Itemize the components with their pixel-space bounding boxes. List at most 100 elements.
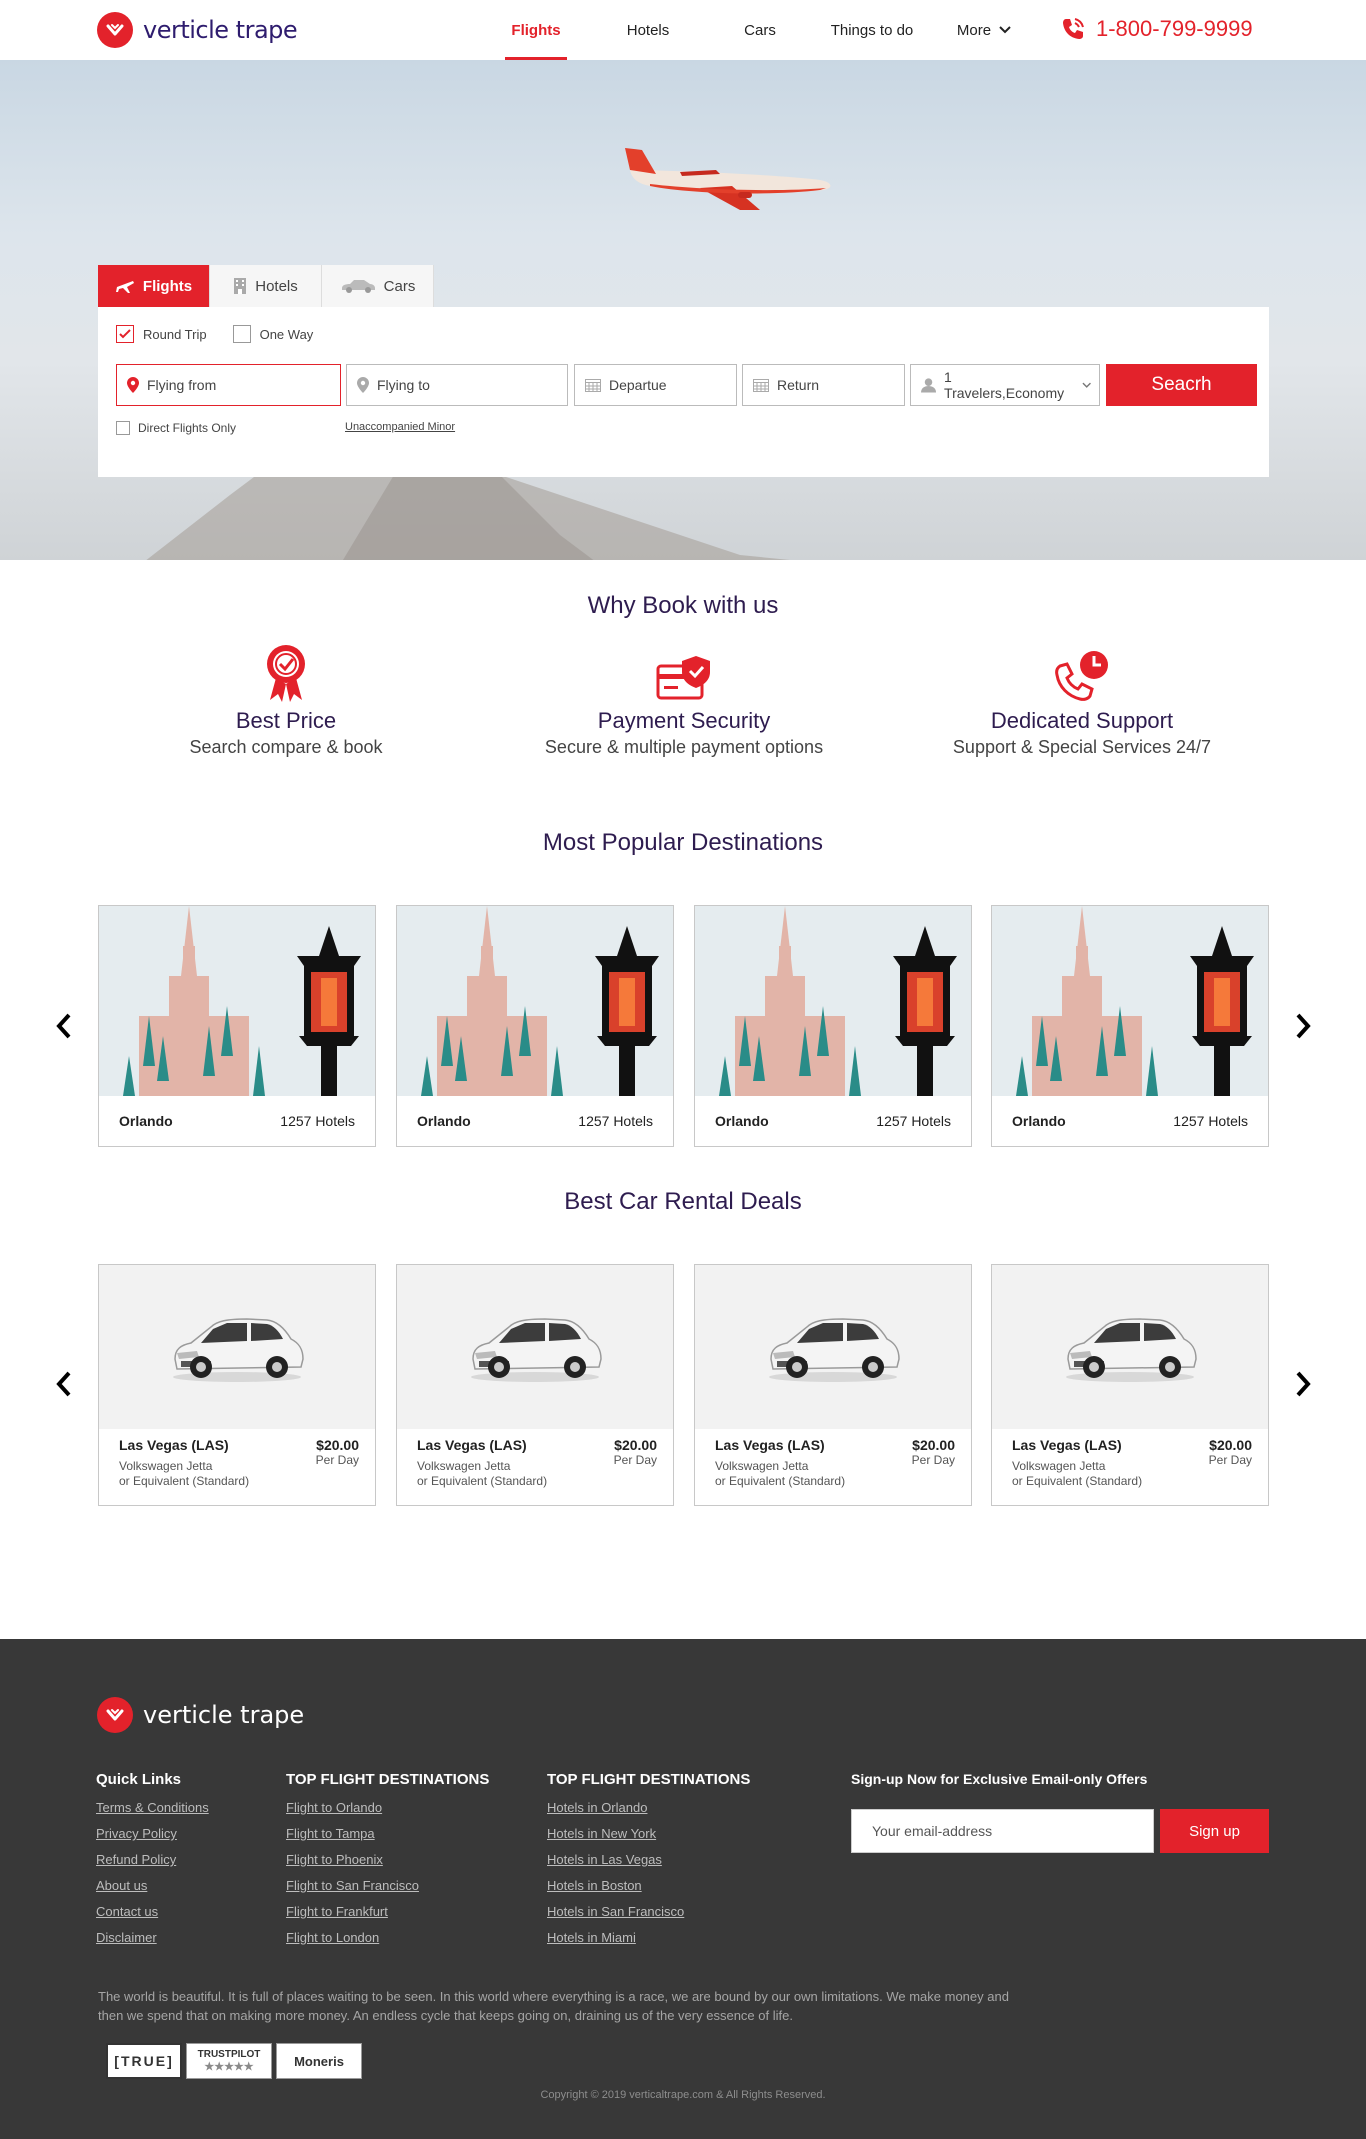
destinations-next-button[interactable] [1288,1006,1318,1046]
footer-hotel-link[interactable]: Hotels in San Francisco [547,1904,750,1921]
user-icon [921,378,937,393]
car-deal-card[interactable]: Las Vegas (LAS) Volkswagen Jetta or Equi… [694,1264,972,1506]
true-badge-text: TRUE [120,2053,168,2069]
one-way-checkbox[interactable]: One Way [232,325,313,343]
footer-quick-link[interactable]: Terms & Conditions [96,1800,209,1817]
nav-flights[interactable]: Flights [480,0,592,60]
departure-placeholder: Departue [609,377,667,393]
chevron-left-icon [56,1013,71,1039]
destination-image [397,906,673,1096]
logo-check-icon [97,12,133,48]
car-price-amount: $20.00 [614,1437,657,1453]
car-price: $20.00 Per Day [614,1437,657,1467]
footer-quick-link[interactable]: About us [96,1878,209,1895]
footer-hotel-link[interactable]: Hotels in New York [547,1826,750,1843]
car-deal-details: Las Vegas (LAS) Volkswagen Jetta or Equi… [99,1429,375,1505]
footer-hotel-link[interactable]: Hotels in Las Vegas [547,1852,750,1869]
feature-dedicated-support: Dedicated Support Support & Special Serv… [902,640,1262,758]
destination-city: Orlando [119,1113,173,1129]
chevron-left-icon [56,1371,71,1397]
departure-date-input[interactable]: Departue [574,364,737,406]
destination-hotel-count: 1257 Hotels [578,1113,653,1129]
cars-next-button[interactable] [1288,1364,1318,1404]
phone-number: 1-800-799-9999 [1096,16,1253,41]
destination-card[interactable]: Orlando 1257 Hotels [991,905,1269,1147]
flying-to-input[interactable]: Flying to [346,364,568,406]
destination-footer: Orlando 1257 Hotels [695,1096,971,1146]
nav-more[interactable]: More [928,0,1040,60]
email-input[interactable]: Your email-address [851,1809,1154,1853]
car-price-unit: Per Day [911,1453,955,1467]
footer-flight-link[interactable]: Flight to Frankfurt [286,1904,489,1921]
nav-hotels-label: Hotels [626,21,670,39]
feature-title: Best Price [235,708,337,733]
copyright-text: Copyright © 2019 verticaltrape.com & All… [540,2089,826,2101]
car-deal-details: Las Vegas (LAS) Volkswagen Jetta or Equi… [992,1429,1268,1505]
footer-quick-link[interactable]: Disclaimer [96,1930,209,1947]
car-deal-card[interactable]: Las Vegas (LAS) Volkswagen Jetta or Equi… [98,1264,376,1506]
tab-hotels[interactable]: Hotels [210,265,322,307]
unaccompanied-minor-link[interactable]: Unaccompanied Minor [345,421,455,433]
destination-card[interactable]: Orlando 1257 Hotels [396,905,674,1147]
footer-flight-link[interactable]: Flight to Tampa [286,1826,489,1843]
footer-flight-link[interactable]: Flight to Orlando [286,1800,489,1817]
flying-to-placeholder: Flying to [377,377,430,393]
car-model-class: or Equivalent (Standard) [119,1474,250,1488]
car-price-amount: $20.00 [912,1437,955,1453]
brand-logo[interactable]: verticle trape [97,12,298,48]
round-trip-checkbox[interactable]: Round Trip [116,325,207,343]
car-image-area [695,1265,971,1429]
direct-flights-checkbox[interactable]: Direct Flights Only [116,421,236,435]
search-button[interactable]: Seacrh [1106,364,1257,406]
cars-prev-button[interactable] [49,1364,79,1404]
airplane-image [625,148,831,210]
nav-cars[interactable]: Cars [704,0,816,60]
car-deal-card[interactable]: Las Vegas (LAS) Volkswagen Jetta or Equi… [991,1264,1269,1506]
footer-flight-link[interactable]: Flight to Phoenix [286,1852,489,1869]
trust-badges: [TRUE] TRUSTPILOT ★★★★★ Moneris [106,2043,362,2079]
nav-hotels[interactable]: Hotels [592,0,704,60]
site-footer: verticle trape Quick Links Terms & Condi… [0,1639,1366,2139]
car-price-unit: Per Day [613,1453,657,1467]
phone-link[interactable]: 1-800-799-9999 [1060,16,1253,42]
flying-from-input[interactable]: Flying from [116,364,341,406]
flight-search-panel: Round Trip One Way Flying from Flying to… [98,307,1269,477]
footer-logo[interactable]: verticle trape [97,1697,304,1733]
destinations-prev-button[interactable] [49,1006,79,1046]
chevron-down-icon [999,26,1011,34]
destination-card[interactable]: Orlando 1257 Hotels [694,905,972,1147]
car-image-area [992,1265,1268,1429]
nav-things-to-do[interactable]: Things to do [816,0,928,60]
car-model-class: or Equivalent (Standard) [715,1474,846,1488]
signup-button[interactable]: Sign up [1160,1809,1269,1853]
car-image [769,1318,900,1382]
destination-image [695,906,971,1096]
footer-hotel-link[interactable]: Hotels in Orlando [547,1800,750,1817]
footer-quick-link[interactable]: Refund Policy [96,1852,209,1869]
true-badge: [TRUE] [106,2043,182,2079]
feature-best-price: Best Price Search compare & book [106,640,466,758]
tab-flights[interactable]: Flights [98,265,210,307]
footer-flight-link[interactable]: Flight to London [286,1930,489,1947]
footer-hotel-link[interactable]: Hotels in Boston [547,1878,750,1895]
return-date-input[interactable]: Return [742,364,905,406]
travelers-select[interactable]: 1 Travelers,Economy [910,364,1100,406]
car-deals-title: Best Car Rental Deals [564,1188,802,1215]
car-price: $20.00 Per Day [1209,1437,1252,1467]
footer-quick-link[interactable]: Contact us [96,1904,209,1921]
footer-hotel-link[interactable]: Hotels in Miami [547,1930,750,1947]
destination-card[interactable]: Orlando 1257 Hotels [98,905,376,1147]
logo-check-icon [97,1697,133,1733]
tab-cars[interactable]: Cars [322,265,434,307]
footer-brand-name: verticle trape [143,1701,305,1729]
footer-flight-link[interactable]: Flight to San Francisco [286,1878,489,1895]
car-deal-card[interactable]: Las Vegas (LAS) Volkswagen Jetta or Equi… [396,1264,674,1506]
phone-clock-icon [1055,651,1108,701]
nav-more-label: More [956,21,992,39]
car-image [173,1318,304,1382]
castle-lantern-image [99,906,375,1096]
destination-city: Orlando [715,1113,769,1129]
destination-hotel-count: 1257 Hotels [876,1113,951,1129]
feature-subtitle: Support & Special Services 24/7 [952,737,1212,757]
footer-quick-link[interactable]: Privacy Policy [96,1826,209,1843]
